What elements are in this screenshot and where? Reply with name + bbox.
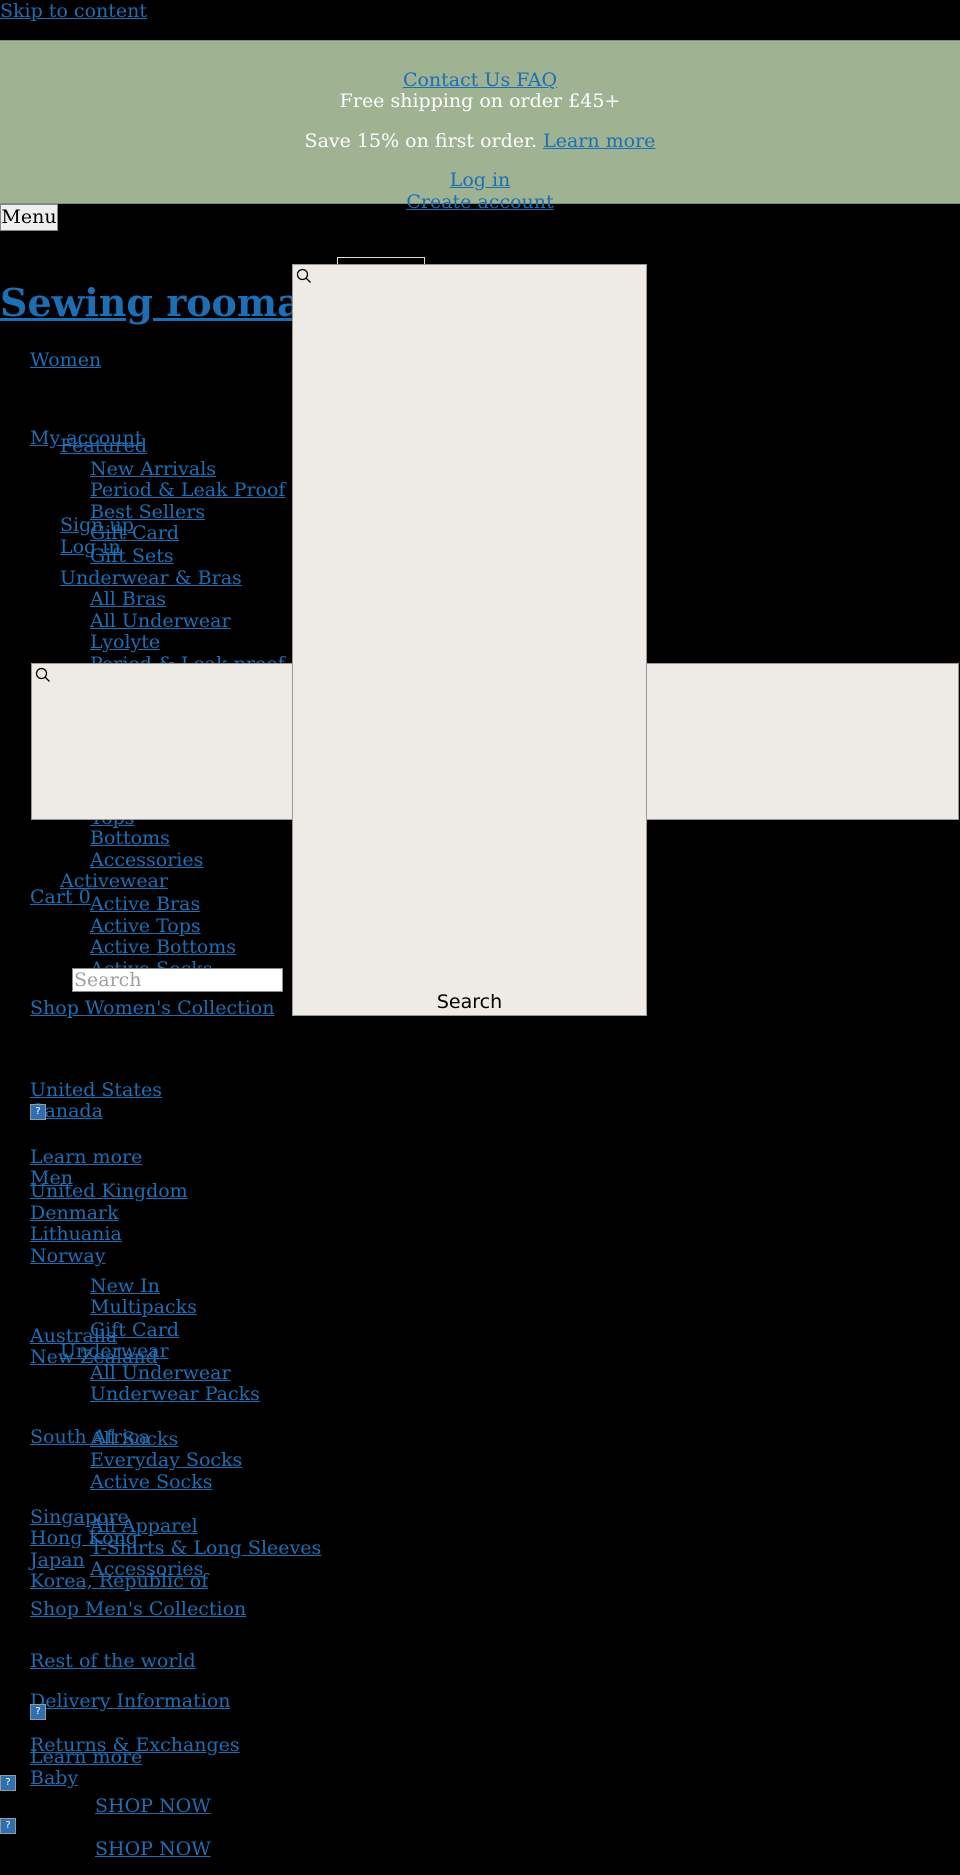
nav-item[interactable]: Underwear Packs xyxy=(90,1383,260,1405)
nav-item[interactable]: New Arrivals xyxy=(90,458,216,480)
country-link[interactable]: United States xyxy=(30,1079,162,1101)
shop-men-link[interactable]: Shop Men's Collection xyxy=(30,1598,246,1620)
broken-image-icon: ? xyxy=(0,1775,16,1791)
search-input[interactable] xyxy=(72,968,283,992)
country-link[interactable]: Korea, Republic of xyxy=(30,1570,208,1592)
country-link[interactable]: Rest of the world xyxy=(30,1650,196,1672)
nav-item[interactable]: T-Shirts & Long Sleeves xyxy=(90,1537,321,1559)
nav-item[interactable]: Gift Sets xyxy=(90,545,174,567)
nav-item[interactable]: Bottoms xyxy=(90,827,170,849)
nav-item[interactable]: Lyolyte xyxy=(90,631,160,653)
broken-image-icon: ? xyxy=(0,1818,16,1834)
menu-button[interactable]: Menu xyxy=(0,204,58,231)
nav-women[interactable]: Women xyxy=(30,349,101,371)
nav-item[interactable]: All Underwear xyxy=(90,610,231,632)
nav-item[interactable]: Active Tops xyxy=(90,915,201,937)
log-in-link[interactable]: Log in xyxy=(450,169,511,191)
search-submit-label[interactable]: Search xyxy=(293,991,646,1013)
delivery-info-link[interactable]: Delivery Information xyxy=(30,1690,231,1712)
nav-item[interactable]: Active Bras xyxy=(90,893,200,915)
nav-item[interactable]: Multipacks xyxy=(90,1296,197,1318)
nav-item[interactable]: Accessories xyxy=(90,849,203,871)
country-link[interactable]: Denmark xyxy=(30,1202,119,1224)
broken-image-icon: ? xyxy=(30,1704,46,1720)
nav-baby[interactable]: Baby xyxy=(30,1767,78,1789)
nav-item[interactable]: Active Bottoms xyxy=(90,936,236,958)
nav-item[interactable]: All Bras xyxy=(90,588,166,610)
shop-now-link[interactable]: SHOP NOW xyxy=(95,1838,211,1860)
free-shipping-text: Free shipping on order £45+ xyxy=(339,90,621,112)
contact-faq-link[interactable]: Contact Us FAQ xyxy=(403,69,557,91)
nav-item[interactable]: Period & Leak Proof xyxy=(90,479,285,501)
site-title-link[interactable]: Sewing roomat xyxy=(0,280,319,326)
create-account-link[interactable]: Create account xyxy=(406,191,553,213)
nav-item[interactable]: Active Socks xyxy=(90,1471,212,1493)
skip-to-content-link[interactable]: Skip to content xyxy=(0,0,147,22)
magnifier-icon[interactable] xyxy=(35,667,51,683)
nav-item[interactable]: All Socks xyxy=(90,1428,178,1450)
nav-featured[interactable]: Featured xyxy=(60,435,147,457)
learn-more-link[interactable]: Learn more xyxy=(30,1146,142,1168)
country-link[interactable]: Norway xyxy=(30,1245,105,1267)
country-link[interactable]: Japan xyxy=(30,1549,85,1571)
nav-item[interactable]: All Underwear xyxy=(90,1362,231,1384)
nav-item[interactable]: Everyday Socks xyxy=(90,1449,242,1471)
nav-underwear-bras[interactable]: Underwear & Bras xyxy=(60,567,242,589)
learn-more-link[interactable]: Learn more xyxy=(543,130,655,152)
learn-more-link[interactable]: Learn more xyxy=(30,1746,142,1768)
save-text: Save 15% on first order. xyxy=(304,130,538,152)
cart-link[interactable]: Cart 0 xyxy=(30,886,91,908)
shop-now-link[interactable]: SHOP NOW xyxy=(95,1795,211,1817)
country-link[interactable]: United Kingdom xyxy=(30,1180,188,1202)
announcement-banner: Contact Us FAQ Free shipping on order £4… xyxy=(0,40,960,213)
broken-image-icon: ? xyxy=(30,1104,46,1120)
magnifier-icon[interactable] xyxy=(296,268,312,284)
nav-item[interactable]: New In xyxy=(90,1275,160,1297)
search-panel: Search xyxy=(292,264,647,1016)
country-link[interactable]: Lithuania xyxy=(30,1223,122,1245)
shop-women-link[interactable]: Shop Women's Collection xyxy=(30,997,275,1019)
